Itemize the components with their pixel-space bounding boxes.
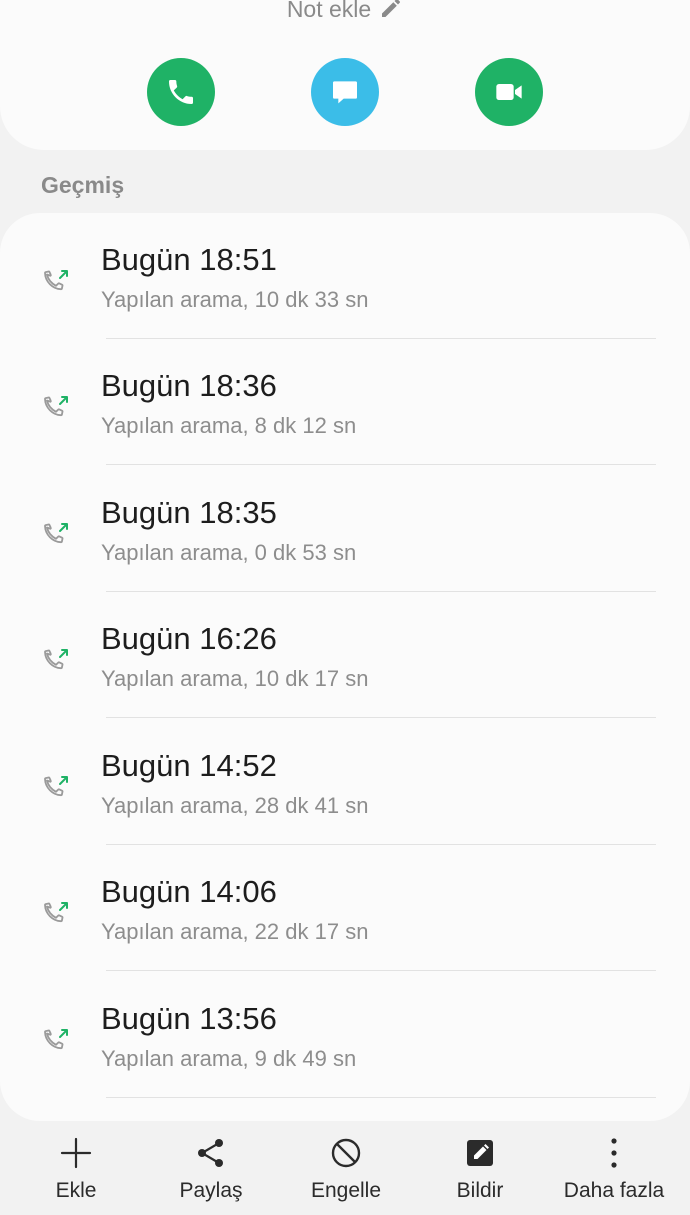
call-log-item[interactable]: Bugün 13:56 Yapılan arama, 9 dk 49 sn bbox=[0, 972, 690, 1098]
call-button[interactable] bbox=[147, 58, 215, 126]
video-icon bbox=[496, 84, 522, 100]
more-vertical-icon bbox=[611, 1138, 617, 1168]
call-time: Bugün 13:56 bbox=[101, 1001, 277, 1036]
divider bbox=[106, 717, 656, 718]
outgoing-call-icon bbox=[44, 1029, 68, 1050]
add-button[interactable]: Ekle bbox=[7, 1135, 145, 1205]
call-time: Bugün 18:36 bbox=[101, 368, 277, 403]
call-time: Bugün 18:35 bbox=[101, 495, 277, 530]
report-label: Bildir bbox=[456, 1179, 504, 1202]
call-detail: Yapılan arama, 8 dk 12 sn bbox=[101, 413, 357, 438]
call-log-item[interactable]: Bugün 14:06 Yapılan arama, 22 dk 17 sn bbox=[0, 845, 690, 971]
block-button[interactable]: Engelle bbox=[277, 1135, 415, 1205]
call-time: Bugün 18:51 bbox=[101, 242, 277, 277]
outgoing-call-icon bbox=[44, 523, 68, 544]
block-icon bbox=[331, 1138, 361, 1168]
call-detail: Yapılan arama, 28 dk 41 sn bbox=[101, 793, 369, 818]
more-label: Daha fazla bbox=[563, 1179, 665, 1202]
message-button[interactable] bbox=[311, 58, 379, 126]
call-log-item[interactable]: Bugün 18:35 Yapılan arama, 0 dk 53 sn bbox=[0, 466, 690, 592]
call-time: Bugün 14:06 bbox=[101, 874, 277, 909]
divider bbox=[106, 970, 656, 971]
add-note-label: Not ekle bbox=[286, 0, 372, 22]
contact-actions bbox=[0, 58, 690, 126]
outgoing-call-icon bbox=[44, 902, 68, 923]
more-button[interactable]: Daha fazla bbox=[545, 1135, 683, 1205]
call-detail: Yapılan arama, 22 dk 17 sn bbox=[101, 919, 369, 944]
divider bbox=[106, 464, 656, 465]
report-icon bbox=[467, 1140, 493, 1166]
call-time: Bugün 14:52 bbox=[101, 748, 277, 783]
add-note-row[interactable]: Not ekle bbox=[0, 0, 690, 24]
outgoing-call-icon bbox=[44, 776, 68, 797]
outgoing-call-icon bbox=[44, 649, 68, 670]
call-time: Bugün 16:26 bbox=[101, 621, 277, 656]
call-log-item[interactable]: Bugün 16:26 Yapılan arama, 10 dk 17 sn bbox=[0, 592, 690, 718]
phone-icon bbox=[169, 80, 193, 104]
message-icon bbox=[333, 81, 357, 104]
outgoing-call-icon bbox=[44, 270, 68, 291]
call-detail: Yapılan arama, 10 dk 33 sn bbox=[101, 287, 369, 312]
call-log-item[interactable]: Bugün 18:51 Yapılan arama, 10 dk 33 sn bbox=[0, 213, 690, 339]
video-call-button[interactable] bbox=[475, 58, 543, 126]
share-icon bbox=[198, 1139, 223, 1167]
report-button[interactable]: Bildir bbox=[411, 1135, 549, 1205]
add-label: Ekle bbox=[55, 1179, 97, 1202]
divider bbox=[106, 1097, 656, 1098]
plus-icon bbox=[60, 1137, 92, 1169]
block-label: Engelle bbox=[310, 1179, 382, 1202]
share-button[interactable]: Paylaş bbox=[142, 1135, 280, 1205]
call-detail: Yapılan arama, 0 dk 53 sn bbox=[101, 540, 357, 565]
bottom-toolbar: Ekle Paylaş Engelle Bildir Daha fazla bbox=[0, 1121, 690, 1215]
call-detail: Yapılan arama, 10 dk 17 sn bbox=[101, 666, 369, 691]
outgoing-call-icon bbox=[44, 396, 68, 417]
share-label: Paylaş bbox=[179, 1179, 243, 1202]
call-log-item[interactable]: Bugün 18:36 Yapılan arama, 8 dk 12 sn bbox=[0, 339, 690, 465]
call-history-list: Bugün 18:51 Yapılan arama, 10 dk 33 sn B… bbox=[0, 213, 690, 1121]
call-log-item[interactable]: Bugün 14:52 Yapılan arama, 28 dk 41 sn bbox=[0, 719, 690, 845]
history-title: Geçmiş bbox=[41, 172, 125, 198]
call-detail: Yapılan arama, 9 dk 49 sn bbox=[101, 1046, 357, 1071]
pencil-icon bbox=[382, 0, 401, 17]
